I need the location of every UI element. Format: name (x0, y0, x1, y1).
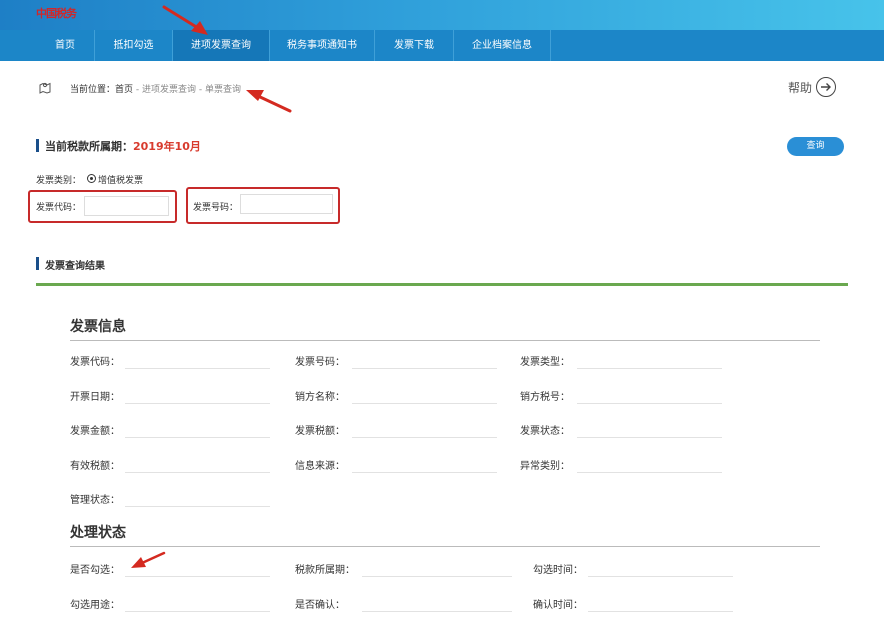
field-value (588, 576, 733, 577)
field-value (577, 472, 722, 473)
breadcrumb-separator: - (196, 85, 206, 95)
field-label: 管理状态： (70, 495, 120, 506)
nav-item-invoice-download[interactable]: 发票下载 (375, 30, 454, 61)
field-value (352, 472, 497, 473)
field-label: 发票税额： (295, 426, 345, 437)
top-banner: 中国税务 (0, 0, 884, 30)
breadcrumb-home[interactable]: 首页 (115, 85, 133, 95)
field-value (352, 437, 497, 438)
nav-item-enterprise-archive[interactable]: 企业档案信息 (454, 30, 551, 61)
site-logo[interactable]: 中国税务 (36, 5, 77, 21)
field-label: 发票状态： (520, 426, 570, 437)
section-rule (70, 340, 820, 341)
field-label: 发票类型： (520, 357, 570, 368)
field-value (588, 611, 733, 612)
vat-invoice-option-label[interactable]: 增值税发票 (98, 173, 143, 186)
field-value (577, 368, 722, 369)
results-divider (36, 283, 848, 286)
main-nav: 首页 抵扣勾选 进项发票查询 税务事项通知书 发票下载 企业档案信息 (0, 30, 884, 61)
location-map-icon (39, 82, 51, 94)
results-title: 发票查询结果 (45, 261, 105, 272)
section-marker (36, 139, 39, 152)
arrow-right-circle-icon[interactable] (816, 77, 836, 97)
invoice-type-label: 发票类别： (36, 176, 82, 186)
annotation-arrow-icon (131, 551, 166, 568)
field-value (362, 611, 512, 612)
field-value (125, 576, 270, 577)
vat-invoice-radio[interactable] (87, 174, 96, 183)
field-label: 发票金额： (70, 426, 120, 437)
invoice-number-input[interactable] (240, 194, 333, 214)
breadcrumb-single-query: 单票查询 (205, 85, 242, 95)
invoice-number-label: 发票号码： (193, 203, 239, 213)
breadcrumb: 当前位置：首页 - 进项发票查询 - 单票查询 (70, 82, 241, 95)
breadcrumb-separator: - (133, 85, 143, 95)
breadcrumb-prefix: 当前位置： (70, 85, 116, 95)
field-label: 是否确认： (295, 600, 345, 611)
field-value (362, 576, 512, 577)
field-value (577, 437, 722, 438)
field-label: 有效税额： (70, 461, 120, 472)
invoice-code-input[interactable] (84, 196, 169, 216)
field-label: 是否勾选： (70, 565, 120, 576)
nav-item-home[interactable]: 首页 (36, 30, 95, 61)
field-value (125, 611, 270, 612)
tax-period-value: 2019年10月 (133, 140, 201, 153)
field-label: 信息来源： (295, 461, 345, 472)
section-rule (70, 546, 820, 547)
nav-item-tax-notice[interactable]: 税务事项通知书 (270, 30, 375, 61)
annotation-arrow-icon (246, 90, 292, 113)
field-value (352, 403, 497, 404)
field-value (352, 368, 497, 369)
processing-status-title: 处理状态 (70, 525, 126, 541)
field-label: 发票号码： (295, 357, 345, 368)
annotation-arrow-icon (162, 5, 208, 35)
field-value (125, 437, 270, 438)
field-label: 确认时间： (533, 600, 583, 611)
field-label: 异常类别： (520, 461, 570, 472)
field-label: 税款所属期： (295, 565, 355, 576)
help-link[interactable]: 帮助 (788, 79, 812, 96)
field-value (125, 403, 270, 404)
field-label: 销方名称： (295, 392, 345, 403)
tax-period-label: 当前税款所属期： (45, 140, 133, 153)
section-marker (36, 257, 39, 270)
field-value (125, 506, 270, 507)
invoice-info-title: 发票信息 (70, 319, 126, 335)
field-label: 发票代码： (70, 357, 120, 368)
field-label: 勾选用途： (70, 600, 120, 611)
field-label: 开票日期： (70, 392, 120, 403)
query-button[interactable]: 查询 (787, 137, 844, 156)
breadcrumb-input-invoice-query[interactable]: 进项发票查询 (142, 85, 196, 95)
field-value (125, 368, 270, 369)
field-label: 勾选时间： (533, 565, 583, 576)
field-label: 销方税号： (520, 392, 570, 403)
field-value (125, 472, 270, 473)
invoice-code-label: 发票代码： (36, 203, 82, 213)
field-value (577, 403, 722, 404)
tax-period: 当前税款所属期：2019年10月 (45, 138, 201, 154)
